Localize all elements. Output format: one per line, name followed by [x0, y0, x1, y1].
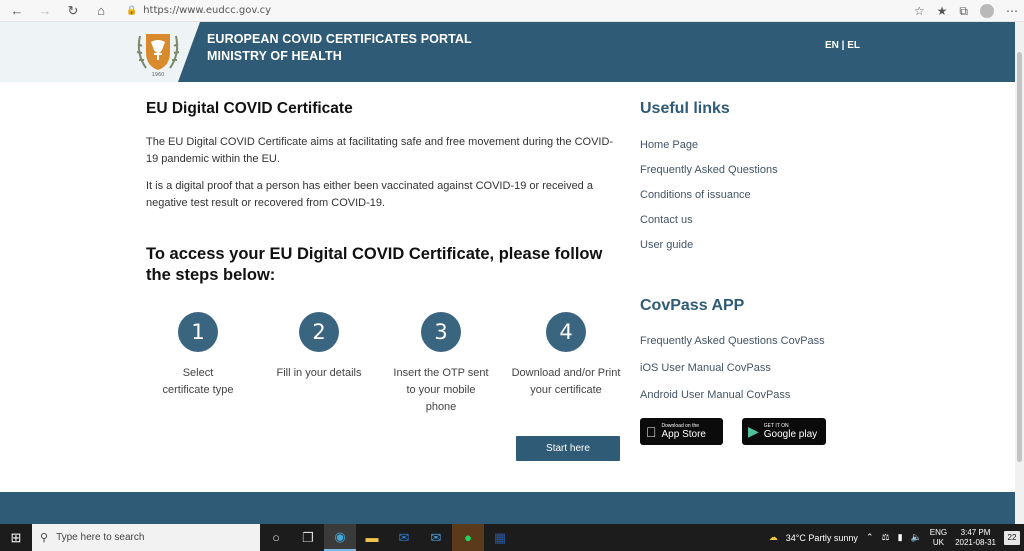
mail-icon[interactable]: ✉: [420, 524, 452, 551]
home-icon[interactable]: ⌂: [90, 0, 112, 22]
step-number: 2: [299, 312, 339, 352]
reload-icon[interactable]: ↻: [62, 0, 84, 22]
browser-actions: ☆ ★ ⧉ ⋯: [914, 0, 1018, 22]
favorite-icon[interactable]: ☆: [914, 4, 925, 18]
covpass-links: Frequently Asked Questions CovPass iOS U…: [640, 335, 825, 416]
address-bar[interactable]: 🔒 https://www.eudcc.gov.cy: [126, 5, 271, 16]
page-scrollbar[interactable]: [1015, 22, 1024, 524]
lang-bottom: UK: [932, 537, 944, 547]
language-switcher: EN | EL: [825, 40, 860, 51]
step-3: 3 Insert the OTP sent to your mobile pho…: [386, 312, 496, 416]
browser-toolbar: ← → ↻ ⌂ 🔒 https://www.eudcc.gov.cy ☆ ★ ⧉…: [0, 0, 1024, 22]
forward-icon[interactable]: →: [34, 0, 56, 22]
scrollbar-thumb[interactable]: [1017, 52, 1022, 462]
step-1: 1 Select certificate type: [143, 312, 253, 399]
svg-text:1960: 1960: [152, 72, 165, 78]
taskbar-search[interactable]: ⚲ Type here to search: [32, 524, 260, 551]
more-icon[interactable]: ⋯: [1006, 4, 1018, 18]
apple-icon: : [646, 424, 657, 440]
search-placeholder: Type here to search: [56, 532, 145, 543]
battery-icon[interactable]: ▮: [898, 532, 903, 543]
main-content: EU Digital COVID Certificate The EU Digi…: [146, 100, 616, 212]
steps-heading: To access your EU Digital COVID Certific…: [146, 245, 603, 284]
step-number: 3: [421, 312, 461, 352]
step-label: Select certificate type: [162, 367, 234, 396]
useful-links-section: Useful links Home Page Frequently Asked …: [640, 100, 890, 251]
step-number: 4: [546, 312, 586, 352]
clock-time: 3:47 PM: [960, 527, 991, 537]
lang-el-link[interactable]: EL: [847, 40, 860, 51]
url-text[interactable]: https://www.eudcc.gov.cy: [143, 5, 271, 16]
weather-text[interactable]: 34°C Partly sunny: [786, 533, 858, 543]
play-icon: ▶: [748, 423, 759, 439]
link-faq[interactable]: Frequently Asked Questions: [640, 164, 890, 176]
edge-browser-icon[interactable]: ◉: [324, 524, 356, 551]
portal-title: EUROPEAN COVID CERTIFICATES PORTAL MINIS…: [207, 31, 472, 65]
tray-chevron-icon[interactable]: ⌃: [866, 532, 874, 543]
intro-paragraph: The EU Digital COVID Certificate aims at…: [146, 136, 614, 165]
outlook-icon[interactable]: ✉: [388, 524, 420, 551]
lang-separator: |: [841, 40, 845, 51]
link-contact[interactable]: Contact us: [640, 214, 890, 226]
covpass-title: CovPass APP: [640, 297, 745, 314]
step-label: Download and/or Print your certificate: [511, 367, 621, 396]
useful-links-title: Useful links: [640, 100, 730, 117]
system-tray: ☁ 34°C Partly sunny ⌃ ⚖ ▮ 🔈 ENG UK 3:47 …: [769, 524, 1020, 551]
profile-avatar[interactable]: [980, 4, 994, 18]
site-header: 1960 EUROPEAN COVID CERTIFICATES PORTAL …: [0, 22, 1015, 82]
volume-icon[interactable]: 🔈: [911, 532, 922, 543]
proof-paragraph: It is a digital proof that a person has …: [146, 180, 593, 209]
step-4: 4 Download and/or Print your certificate: [511, 312, 621, 399]
google-play-badge[interactable]: ▶ GET IT ON Google play: [742, 418, 826, 445]
lang-top: ENG: [929, 527, 948, 537]
file-explorer-icon[interactable]: ▬: [356, 524, 388, 551]
app-store-big: App Store: [651, 429, 706, 440]
collections-icon[interactable]: ⧉: [959, 4, 968, 19]
step-2: 2 Fill in your details: [264, 312, 374, 382]
spotify-icon[interactable]: ●: [452, 524, 484, 551]
link-conditions[interactable]: Conditions of issuance: [640, 189, 890, 201]
notification-center-icon[interactable]: 22: [1004, 530, 1020, 545]
lock-icon: 🔒: [126, 5, 138, 16]
app-store-badge[interactable]:  Download on the App Store: [640, 418, 723, 445]
step-number: 1: [178, 312, 218, 352]
clock-date: 2021-08-31: [955, 537, 996, 547]
portal-title-line1: EUROPEAN COVID CERTIFICATES PORTAL: [207, 32, 472, 46]
link-faq-covpass[interactable]: Frequently Asked Questions CovPass: [640, 335, 825, 347]
network-icon[interactable]: ⚖: [881, 532, 889, 543]
google-play-big: Google play: [763, 429, 818, 440]
step-label: Fill in your details: [276, 367, 362, 379]
favorites-list-icon[interactable]: ★: [937, 4, 948, 18]
link-android-manual[interactable]: Android User Manual CovPass: [640, 389, 825, 401]
cortana-icon[interactable]: ○: [260, 524, 292, 551]
word-icon[interactable]: ▦: [484, 524, 516, 551]
page-title: EU Digital COVID Certificate: [146, 100, 353, 117]
lang-en-link[interactable]: EN: [825, 40, 839, 51]
start-here-button[interactable]: Start here: [516, 436, 620, 461]
step-label: Insert the OTP sent to your mobile phone: [393, 367, 489, 413]
weather-icon: ☁: [768, 532, 778, 542]
link-ios-manual[interactable]: iOS User Manual CovPass: [640, 362, 825, 374]
windows-start-icon[interactable]: ⊞: [0, 524, 32, 551]
back-icon[interactable]: ←: [6, 0, 28, 22]
portal-title-line2: MINISTRY OF HEALTH: [207, 49, 342, 63]
link-home-page[interactable]: Home Page: [640, 139, 890, 151]
cyprus-emblem-logo: 1960: [136, 34, 180, 78]
link-user-guide[interactable]: User guide: [640, 239, 890, 251]
clock[interactable]: 3:47 PM 2021-08-31: [955, 528, 996, 548]
task-view-icon[interactable]: ❐: [292, 524, 324, 551]
search-icon: ⚲: [40, 532, 49, 544]
input-language[interactable]: ENG UK: [930, 528, 947, 548]
site-footer: [0, 492, 1015, 524]
windows-taskbar: ⊞ ⚲ Type here to search ○ ❐ ◉ ▬ ✉ ✉ ● ▦ …: [0, 524, 1024, 551]
